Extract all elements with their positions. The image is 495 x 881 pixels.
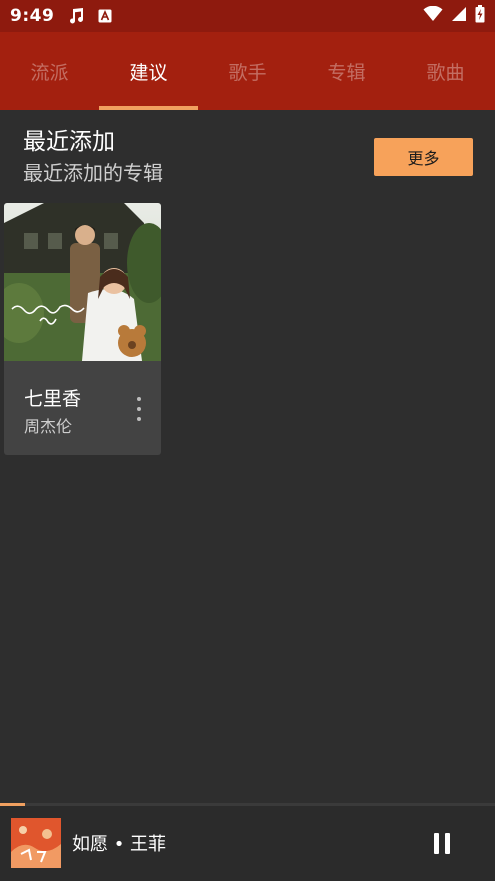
status-time: 9:49 [10,6,55,26]
album-cover-image [4,203,161,361]
more-vertical-icon[interactable] [132,397,146,421]
section-title: 最近添加 [23,129,115,155]
tab-genres[interactable]: 流派 [0,32,99,110]
signal-icon [451,6,467,26]
wifi-icon [423,5,443,26]
more-button[interactable]: 更多 [374,138,473,176]
text-a-icon [98,9,112,23]
music-note-icon [68,7,86,25]
tab-songs[interactable]: 歌曲 [396,32,495,110]
battery-charging-icon [475,5,485,27]
tab-bar: 流派 建议 歌手 专辑 歌曲 [0,32,495,110]
tab-suggestions[interactable]: 建议 [99,32,198,110]
status-bar: 9:49 [0,0,495,32]
album-artist: 周杰伦 [24,417,73,436]
status-right-icons [423,5,485,27]
tab-artists[interactable]: 歌手 [198,32,297,110]
section-header: 最近添加 最近添加的专辑 [23,128,163,188]
now-playing-title: 如愿 • 王菲 [72,834,167,855]
tab-albums[interactable]: 专辑 [297,32,396,110]
pause-icon[interactable] [428,828,456,858]
mini-player[interactable]: 如愿 • 王菲 [0,806,495,881]
album-card[interactable]: 七里香 周杰伦 [4,203,161,455]
now-playing-cover-image [11,818,61,868]
album-title: 七里香 [24,388,82,410]
section-subtitle: 最近添加的专辑 [23,161,163,185]
